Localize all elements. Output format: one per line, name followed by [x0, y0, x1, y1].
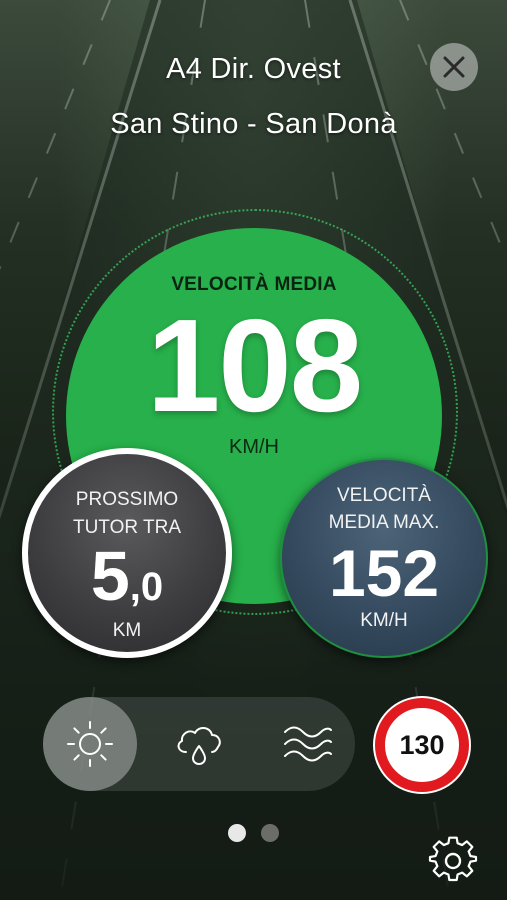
close-icon	[443, 56, 465, 78]
next-tutor-distance-int: 5	[90, 537, 130, 615]
fog-icon	[284, 726, 332, 762]
next-tutor-dial: PROSSIMO TUTOR TRA 5,0 KM	[22, 448, 232, 658]
road-name: A4 Dir. Ovest	[166, 53, 341, 85]
segment-name: San Stino - San Donà	[110, 108, 397, 140]
weather-fog-button[interactable]	[261, 697, 355, 791]
page-dot[interactable]	[261, 824, 279, 842]
weather-rain-button[interactable]	[152, 697, 246, 791]
speed-limit-value: 130	[399, 729, 445, 760]
weather-selector	[43, 697, 355, 791]
max-average-speed-unit: KM/H	[360, 610, 408, 631]
next-tutor-distance-dec: ,0	[129, 565, 164, 609]
next-tutor-unit: KM	[112, 620, 142, 641]
page-dot-active[interactable]	[228, 824, 246, 842]
max-average-speed-label-line1: VELOCITÀ	[337, 485, 431, 506]
page-indicator	[228, 824, 288, 844]
next-tutor-distance: 5,0	[28, 536, 226, 627]
max-average-speed-label: VELOCITÀ MEDIA MAX.	[282, 482, 486, 536]
gear-icon	[428, 836, 478, 882]
settings-button[interactable]	[427, 835, 479, 887]
rain-cloud-icon	[177, 727, 221, 765]
max-average-speed-value: 152	[328, 536, 440, 610]
average-speed-value: 108	[146, 292, 363, 439]
max-average-speed-label-line2: MEDIA MAX.	[328, 512, 440, 533]
sun-icon	[67, 721, 113, 767]
tutor-screen: A4 Dir. Ovest San Stino - San Donà VELOC…	[0, 0, 507, 900]
speed-limit-sign: 130	[375, 698, 469, 792]
close-button[interactable]	[430, 43, 478, 91]
max-average-speed-dial: VELOCITÀ MEDIA MAX. 152 KM/H	[280, 458, 488, 658]
next-tutor-label: PROSSIMO TUTOR TRA	[28, 486, 226, 542]
next-tutor-label-line1: PROSSIMO	[75, 489, 179, 510]
weather-sunny-button[interactable]	[43, 697, 137, 791]
